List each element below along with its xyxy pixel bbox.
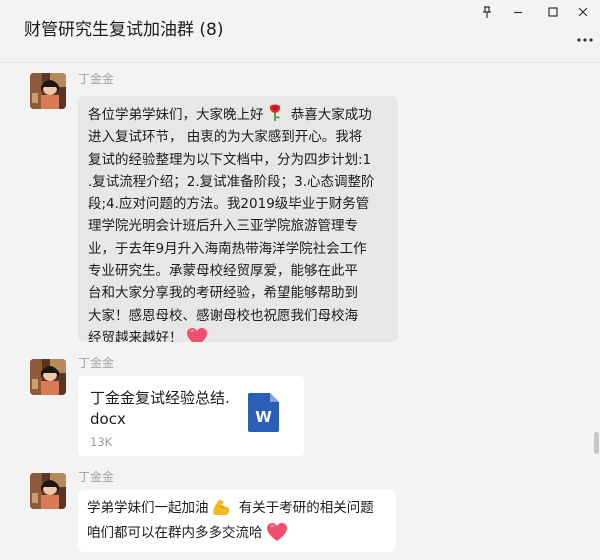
message-line: 专业研究生。承蒙母校经贸厚爱，能够在此平 — [88, 263, 358, 280]
sender-name: 丁金金 — [78, 72, 115, 86]
message-line: 业，于去年9月升入海南热带海洋学院社会工作 — [88, 240, 367, 257]
maximize-icon — [546, 4, 560, 23]
maximize-button[interactable] — [538, 0, 568, 26]
heart-icon — [186, 327, 208, 342]
message-text: 经贸越来越好！ — [88, 329, 183, 342]
more-options-button[interactable] — [574, 30, 596, 44]
file-name: 丁金金复试经验总结. docx — [90, 388, 240, 430]
message-line: .复试流程介绍；2.复试准备阶段；3.心态调整阶 — [88, 173, 375, 190]
avatar[interactable] — [30, 359, 66, 395]
svg-text:W: W — [255, 408, 272, 426]
more-icon — [576, 28, 594, 47]
message-line: 理学院光明会计班后升入三亚学院旅游管理专 — [88, 218, 358, 235]
message-text: 咱们都可以在群内多多交流哈 — [87, 525, 263, 541]
message-line: 台和大家分享我的考研经验，希望能够帮助到 — [88, 285, 358, 302]
avatar-image — [30, 73, 66, 109]
close-icon — [576, 4, 590, 23]
file-name-line: docx — [90, 410, 126, 428]
message-line: 进入复试环节， 由衷的为大家感到开心。我将 — [88, 129, 363, 146]
avatar[interactable] — [30, 73, 66, 109]
minimize-icon — [511, 4, 525, 23]
scrollbar-thumb[interactable] — [594, 432, 599, 454]
message-line: 复试的经验整理为以下文档中，分为四步计划:1 — [88, 151, 372, 168]
message-text: 恭喜大家成功 — [286, 107, 372, 123]
message-line: 经贸越来越好！ — [88, 327, 388, 342]
message-bubble[interactable]: 各位学弟学妹们，大家晚上好 恭喜大家成功 进入复试环节， 由衷的为大家感到开心。… — [78, 96, 398, 342]
file-size: 13K — [90, 435, 113, 449]
close-button[interactable] — [568, 0, 598, 26]
message-line: 段;4.应对问题的方法。我2019级毕业于财务管 — [88, 196, 370, 213]
file-attachment[interactable]: 丁金金复试经验总结. docx 13K W — [78, 376, 304, 456]
message-text: 各位学弟学妹们，大家晚上好 — [88, 107, 264, 123]
message-line: 学弟学妹们一起加油 有关于考研的相关问题 — [87, 496, 387, 521]
chat-title: 财管研究生复试加油群 (8) — [24, 20, 224, 40]
message-text: 有关于考研的相关问题 — [234, 500, 374, 516]
avatar-image — [30, 359, 66, 395]
sender-name: 丁金金 — [78, 356, 115, 370]
file-name-line: 丁金金复试经验总结. — [90, 389, 230, 407]
rose-icon — [267, 104, 283, 122]
pin-icon — [480, 4, 494, 23]
message-text: 学弟学妹们一起加油 — [87, 500, 209, 516]
message-line: 大家！感恩母校、感谢母校也祝愿我们母校海 — [88, 307, 358, 324]
pin-button[interactable] — [472, 0, 502, 26]
minimize-button[interactable] — [503, 0, 533, 26]
title-bar: 财管研究生复试加油群 (8) — [0, 0, 600, 63]
message-list[interactable]: 丁金金 各位学弟学妹们，大家晚上好 恭喜大家成功 进入复试环节， 由衷的为大家感… — [0, 63, 600, 560]
message-bubble[interactable]: 学弟学妹们一起加油 有关于考研的相关问题 咱们都可以在群内多多交流哈 — [78, 490, 396, 552]
flexed-biceps-icon — [211, 497, 231, 517]
word-file-icon: W — [248, 393, 279, 432]
message-line: 各位学弟学妹们，大家晚上好 恭喜大家成功 — [88, 104, 388, 126]
avatar-image — [30, 473, 66, 509]
sender-name: 丁金金 — [78, 470, 115, 484]
heart-icon — [266, 522, 288, 542]
chat-window: 财管研究生复试加油群 (8) 丁金金 各位学弟学妹们，大家晚上好 恭喜大家成功 … — [0, 0, 600, 560]
message-line: 咱们都可以在群内多多交流哈 — [87, 521, 387, 546]
avatar[interactable] — [30, 473, 66, 509]
